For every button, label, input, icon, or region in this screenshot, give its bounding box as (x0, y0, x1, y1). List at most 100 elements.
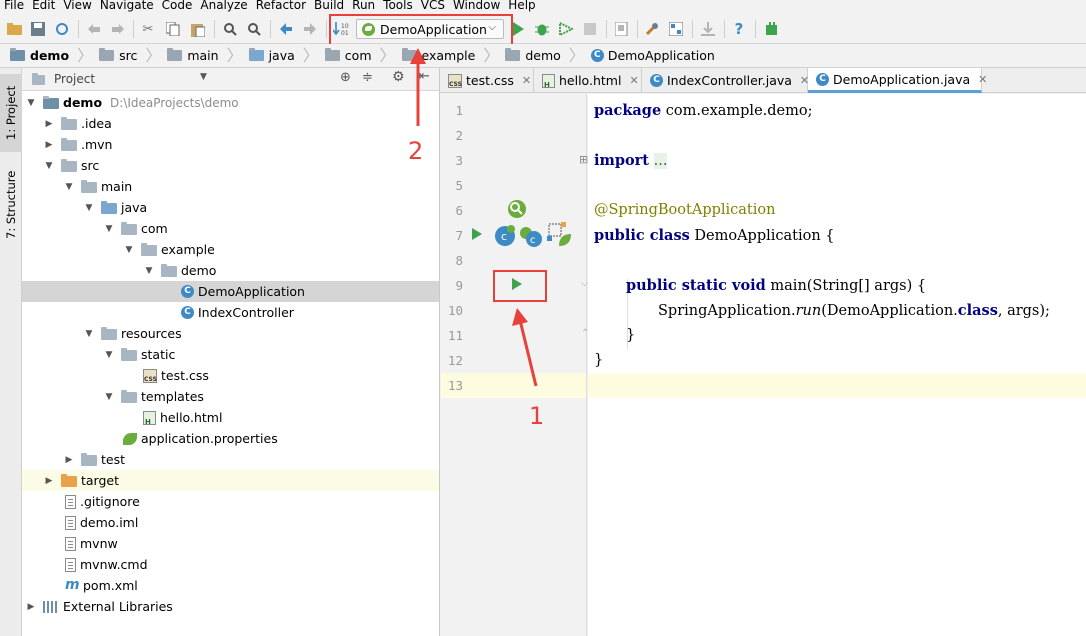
menu-window[interactable]: Window (449, 0, 504, 11)
chevron-down-icon: ▼ (105, 391, 113, 402)
find-icon[interactable] (222, 21, 238, 37)
copy-icon[interactable] (165, 21, 181, 37)
class-icon: C (181, 306, 194, 319)
close-icon[interactable]: ✕ (978, 73, 987, 86)
sync-icon[interactable] (54, 21, 70, 37)
code-line-1: package com.example.demo; (594, 102, 813, 119)
tree-item-test[interactable]: ▶ test (22, 449, 439, 470)
breadcrumb-item-java[interactable]: java (245, 44, 301, 68)
tab-test-css[interactable]: CSS test.css ✕ (440, 68, 534, 93)
breadcrumb-separator: 〉 (483, 45, 500, 65)
redo-icon[interactable] (110, 21, 126, 37)
tree-item-com[interactable]: ▼ com (22, 218, 439, 239)
tree-item-demo-iml[interactable]: demo.iml (22, 512, 439, 533)
menu-help[interactable]: Help (504, 0, 539, 11)
spring-config-icon[interactable] (547, 222, 573, 248)
text-file-icon (65, 557, 76, 572)
project-panel-title: Project (54, 72, 96, 86)
undo-icon[interactable] (86, 21, 102, 37)
resources-folder-icon (101, 326, 117, 340)
tab-hello-html[interactable]: H hello.html ✕ (534, 68, 642, 93)
menu-analyze[interactable]: Analyze (196, 0, 251, 11)
locate-icon[interactable]: ⊕ (340, 70, 351, 85)
collapse-all-icon[interactable]: ≑ (362, 70, 373, 85)
spring-bean-icon[interactable] (507, 199, 527, 219)
tree-item-mvnw[interactable]: mvnw (22, 533, 439, 554)
tab-index-controller[interactable]: C IndexController.java ✕ (642, 68, 809, 93)
breadcrumb-item-demo-package[interactable]: demo (501, 44, 566, 68)
tree-item-pom-xml[interactable]: m pom.xml (22, 575, 439, 596)
tree-item-main[interactable]: ▼ main (22, 176, 439, 197)
tree-item-external-libraries[interactable]: ▶ External Libraries (22, 596, 439, 617)
view-dropdown-icon[interactable]: ▼ (200, 72, 207, 82)
code-line-11: } (626, 327, 636, 343)
tree-item-gitignore[interactable]: .gitignore (22, 491, 439, 512)
css-file-icon: CSS (143, 368, 157, 383)
code-editor[interactable]: package com.example.demo; import ... @Sp… (588, 94, 1086, 636)
cut-icon[interactable]: ✂ (140, 21, 156, 37)
menu-file[interactable]: File (0, 0, 28, 11)
menu-vcs[interactable]: VCS (417, 0, 449, 11)
breadcrumb-item-main[interactable]: main (163, 44, 224, 68)
tree-item-templates[interactable]: ▼ templates (22, 386, 439, 407)
spring-class-icon[interactable]: c (493, 224, 517, 248)
tree-item-idea[interactable]: ▶ .idea (22, 113, 439, 134)
menu-run[interactable]: Run (348, 0, 379, 11)
line-number: 3 (455, 153, 463, 168)
tree-item-java[interactable]: ▼ java (22, 197, 439, 218)
tree-item-static[interactable]: ▼ static (22, 344, 439, 365)
tree-item-hello-html[interactable]: H hello.html (22, 407, 439, 428)
run-gutter-icon[interactable] (471, 227, 483, 241)
text-file-icon (65, 536, 76, 551)
paste-icon[interactable] (190, 21, 206, 37)
fold-icon[interactable]: ⊞ (579, 153, 588, 166)
tree-item-demo-root[interactable]: ▼ demo D:\IdeaProjects\demo (22, 92, 439, 113)
tree-item-application-properties[interactable]: application.properties (22, 428, 439, 449)
tree-item-mvnw-cmd[interactable]: mvnw.cmd (22, 554, 439, 575)
folded-imports[interactable]: ... (653, 153, 668, 169)
tree-item-resources[interactable]: ▼ resources (22, 323, 439, 344)
breadcrumb-item-demo-application[interactable]: C DemoApplication (587, 44, 721, 68)
tab-project-tool-window[interactable]: 1: Project (0, 74, 22, 152)
tab-demo-application[interactable]: C DemoApplication.java ✕ (808, 68, 987, 93)
chevron-right-icon: ▶ (45, 475, 53, 486)
code-line-9: public static void main(String[] args) { (626, 277, 927, 294)
chevron-down-icon: ▼ (105, 349, 113, 360)
menu-navigate[interactable]: Navigate (96, 0, 158, 11)
tree-item-test-css[interactable]: CSS test.css (22, 365, 439, 386)
menu-refactor[interactable]: Refactor (252, 0, 310, 11)
save-icon[interactable] (30, 21, 46, 37)
breadcrumb-item-com[interactable]: com (321, 44, 378, 68)
tree-item-example[interactable]: ▼ example (22, 239, 439, 260)
open-folder-icon[interactable] (6, 21, 22, 37)
close-icon[interactable]: ✕ (522, 74, 531, 87)
tree-item-target[interactable]: ▶ target (22, 470, 439, 491)
menu-code[interactable]: Code (158, 0, 197, 11)
replace-icon[interactable] (246, 21, 262, 37)
tree-item-src[interactable]: ▼ src (22, 155, 439, 176)
html-file-icon: H (542, 73, 555, 89)
tree-item-demo-application[interactable]: C DemoApplication (22, 281, 439, 302)
menu-edit[interactable]: Edit (28, 0, 59, 11)
tree-item-index-controller[interactable]: C IndexController (22, 302, 439, 323)
forward-icon[interactable] (302, 21, 318, 37)
tree-item-mvn[interactable]: ▶ .mvn (22, 134, 439, 155)
folder-icon (505, 48, 521, 61)
folder-icon (99, 48, 115, 61)
back-icon[interactable] (278, 21, 294, 37)
menu-tools[interactable]: Tools (379, 0, 417, 11)
menu-build[interactable]: Build (310, 0, 348, 11)
breadcrumb-item-src[interactable]: src (95, 44, 143, 68)
chevron-down-icon: ▼ (85, 328, 93, 339)
tab-structure-tool-window[interactable]: 7: Structure (0, 162, 22, 248)
package-icon (141, 242, 157, 256)
project-icon (32, 72, 45, 85)
excluded-folder-icon (61, 473, 77, 487)
spring-component-icon[interactable]: c (519, 224, 543, 248)
tree-item-demo-package[interactable]: ▼ demo (22, 260, 439, 281)
breadcrumb-item-demo[interactable]: demo (6, 44, 75, 68)
menu-view[interactable]: View (59, 0, 95, 11)
breadcrumb-separator: 〉 (302, 45, 319, 65)
libraries-icon (43, 600, 59, 613)
close-icon[interactable]: ✕ (629, 74, 638, 87)
